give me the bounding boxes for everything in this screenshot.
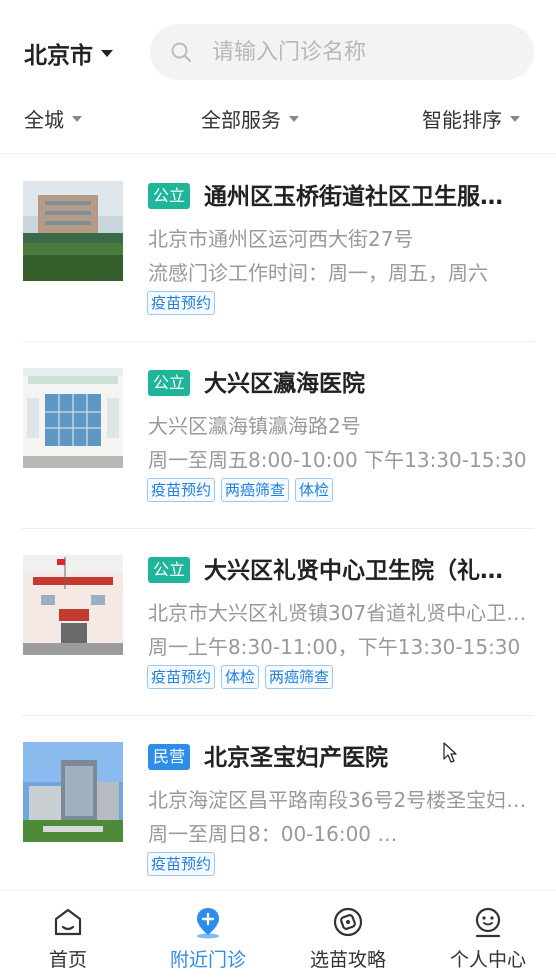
service-tag: 两癌筛查 <box>265 665 334 689</box>
clinic-type-badge: 公立 <box>148 370 191 396</box>
clinic-photo <box>23 368 123 468</box>
service-tag: 体检 <box>295 478 334 502</box>
tab-home-label: 首页 <box>48 949 87 971</box>
clinic-hours: 周一至周日8：00-16:00 … <box>148 822 398 846</box>
tab-nearby-clinics[interactable]: 附近门诊 <box>158 905 258 972</box>
clinic-name: 大兴区礼贤中心卫生院（礼贤镇） <box>204 558 524 584</box>
tab-home[interactable]: 首页 <box>18 905 118 972</box>
clinic-name: 北京圣宝妇产医院 <box>204 745 388 771</box>
search-icon <box>171 42 191 62</box>
home-icon <box>54 908 82 936</box>
filter-sort-label: 智能排序 <box>422 108 502 132</box>
clinic-item[interactable]: 公立 大兴区瀛海医院 大兴区瀛海镇瀛海路2号 周一至周五8:00-10:00 下… <box>22 342 534 529</box>
mouse-cursor-icon <box>443 742 457 763</box>
tab-profile-label: 个人中心 <box>449 949 526 971</box>
service-tags: 疫苗预约 体检 两癌筛查 <box>147 665 334 689</box>
service-tags: 疫苗预约 两癌筛查 体检 <box>147 478 334 502</box>
clinic-list: 公立 通州区玉桥街道社区卫生服务中心 北京市通州区运河西大街27号 流感门诊工作… <box>0 155 556 903</box>
search-input[interactable] <box>212 39 512 65</box>
clinic-address: 北京市大兴区礼贤镇307省道礼贤中心卫生院 <box>148 601 536 625</box>
clinic-address: 大兴区瀛海镇瀛海路2号 <box>148 414 361 438</box>
clinic-type-badge: 公立 <box>148 557 191 583</box>
clinic-item[interactable]: 公立 通州区玉桥街道社区卫生服务中心 北京市通州区运河西大街27号 流感门诊工作… <box>22 155 534 342</box>
bottom-tab-bar: 首页 附近门诊 选苗攻略 个人中心 <box>0 890 556 978</box>
service-tag: 疫苗预约 <box>147 852 216 876</box>
clinic-photo <box>23 181 123 281</box>
city-label: 北京市 <box>24 43 93 69</box>
service-tag: 疫苗预约 <box>147 291 216 315</box>
tab-nearby-clinics-label: 附近门诊 <box>169 949 246 971</box>
service-tag: 疫苗预约 <box>147 478 216 502</box>
clinic-hours: 周一上午8:30-11:00，下午13:30-15:30 <box>148 635 521 659</box>
service-tag: 疫苗预约 <box>147 665 216 689</box>
service-tag: 两癌筛查 <box>221 478 290 502</box>
city-selector[interactable]: 北京市 <box>24 36 113 70</box>
clinic-hours: 流感门诊工作时间：周一，周五，周六 <box>148 261 488 285</box>
filter-service-label: 全部服务 <box>201 108 281 132</box>
clinic-type-badge: 民营 <box>148 744 191 770</box>
service-tags: 疫苗预约 <box>147 852 216 876</box>
profile-icon <box>475 907 501 938</box>
clinic-address: 北京市通州区运河西大街27号 <box>148 227 414 251</box>
caret-down-icon <box>289 115 299 122</box>
guide-icon <box>333 907 363 937</box>
clinic-type-badge: 公立 <box>148 183 191 209</box>
clinic-hours: 周一至周五8:00-10:00 下午13:30-15:30 <box>148 448 527 472</box>
clinic-photo <box>23 555 123 655</box>
top-bar: 北京市 <box>0 0 556 100</box>
tab-profile[interactable]: 个人中心 <box>438 905 538 972</box>
caret-down-icon <box>72 115 82 122</box>
filter-area[interactable]: 全城 <box>24 104 82 133</box>
clinic-name: 通州区玉桥街道社区卫生服务中心 <box>204 184 524 210</box>
filter-sort[interactable]: 智能排序 <box>422 104 520 133</box>
filter-service[interactable]: 全部服务 <box>201 104 299 133</box>
clinic-address: 北京海淀区昌平路南段36号2号楼圣宝妇产医院 <box>148 788 536 812</box>
service-tags: 疫苗预约 <box>147 291 216 315</box>
clinic-name: 大兴区瀛海医院 <box>204 371 365 397</box>
clinic-item[interactable]: 公立 大兴区礼贤中心卫生院（礼贤镇） 北京市大兴区礼贤镇307省道礼贤中心卫生院… <box>22 529 536 716</box>
tab-vaccine-guide-label: 选苗攻略 <box>309 949 386 971</box>
location-plus-icon <box>197 908 219 939</box>
service-tag: 体检 <box>221 665 260 689</box>
filter-area-label: 全城 <box>24 108 64 132</box>
search-bar[interactable] <box>150 24 534 80</box>
tab-vaccine-guide[interactable]: 选苗攻略 <box>298 905 398 972</box>
filter-bar: 全城 全部服务 智能排序 <box>0 100 556 154</box>
clinic-photo <box>23 742 123 842</box>
caret-down-icon <box>510 115 520 122</box>
caret-down-icon <box>101 49 113 57</box>
